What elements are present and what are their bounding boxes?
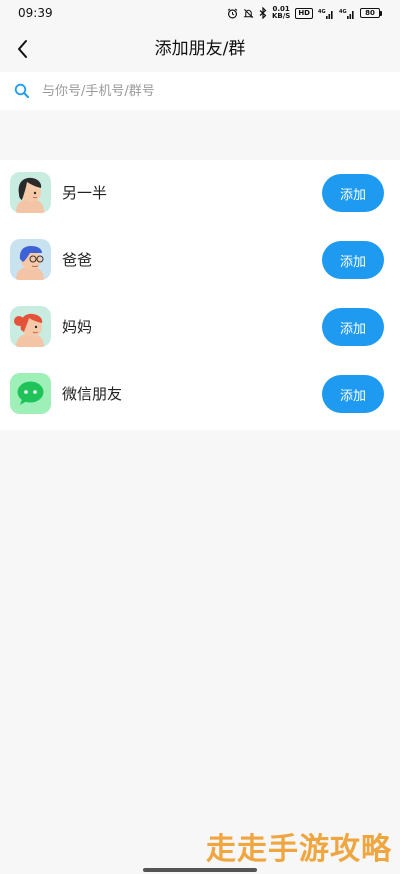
status-icons: 0.01 KB/S HD 4G 4G 80 <box>227 6 382 20</box>
add-button[interactable]: 添加 <box>322 241 384 279</box>
list-item-father[interactable]: 爸爸 添加 <box>0 227 400 294</box>
watermark: 走走手游攻略 <box>206 832 392 867</box>
svg-text:4G: 4G <box>339 9 347 15</box>
search-input[interactable] <box>42 76 382 106</box>
battery-icon: 80 <box>360 8 382 18</box>
svg-text:4G: 4G <box>318 9 326 15</box>
back-button[interactable] <box>6 32 40 66</box>
woman-avatar-icon <box>10 172 51 213</box>
list-item-partner[interactable]: 另一半 添加 <box>0 160 400 227</box>
add-button[interactable]: 添加 <box>322 308 384 346</box>
contact-list: 另一半 添加 爸爸 添加 妈妈 添加 微信朋友 添加 <box>0 160 400 430</box>
signal-icon: 4G <box>318 9 333 19</box>
search-bar[interactable] <box>0 72 400 110</box>
nav-bar: 添加朋友/群 <box>0 26 400 72</box>
list-item-mother[interactable]: 妈妈 添加 <box>0 294 400 361</box>
add-button[interactable]: 添加 <box>322 375 384 413</box>
network-speed-unit: KB/S <box>271 12 291 20</box>
woman-red-hair-avatar-icon <box>10 306 51 347</box>
mute-bell-icon <box>243 8 254 18</box>
network-speed: 0.01 KB/S <box>272 6 290 20</box>
contact-name: 另一半 <box>62 184 108 202</box>
status-time: 09:39 <box>18 6 53 20</box>
signal-icon-2: 4G <box>339 9 354 19</box>
chevron-left-icon <box>18 40 27 58</box>
home-indicator[interactable] <box>143 868 257 872</box>
add-button[interactable]: 添加 <box>322 174 384 212</box>
alarm-icon <box>227 8 238 18</box>
page-title: 添加朋友/群 <box>154 39 246 59</box>
hd-badge: HD <box>295 7 313 19</box>
list-item-wechat-friends[interactable]: 微信朋友 添加 <box>0 361 400 428</box>
contact-name: 微信朋友 <box>62 385 123 403</box>
man-glasses-avatar-icon <box>10 239 51 280</box>
wechat-chat-icon <box>10 373 51 414</box>
search-icon <box>14 83 29 98</box>
contact-name: 妈妈 <box>62 318 93 336</box>
contact-name: 爸爸 <box>62 251 93 269</box>
bluetooth-icon <box>259 7 267 19</box>
status-bar: 09:39 0.01 KB/S HD 4G 4G 80 <box>0 0 400 26</box>
battery-level: 80 <box>360 8 380 18</box>
